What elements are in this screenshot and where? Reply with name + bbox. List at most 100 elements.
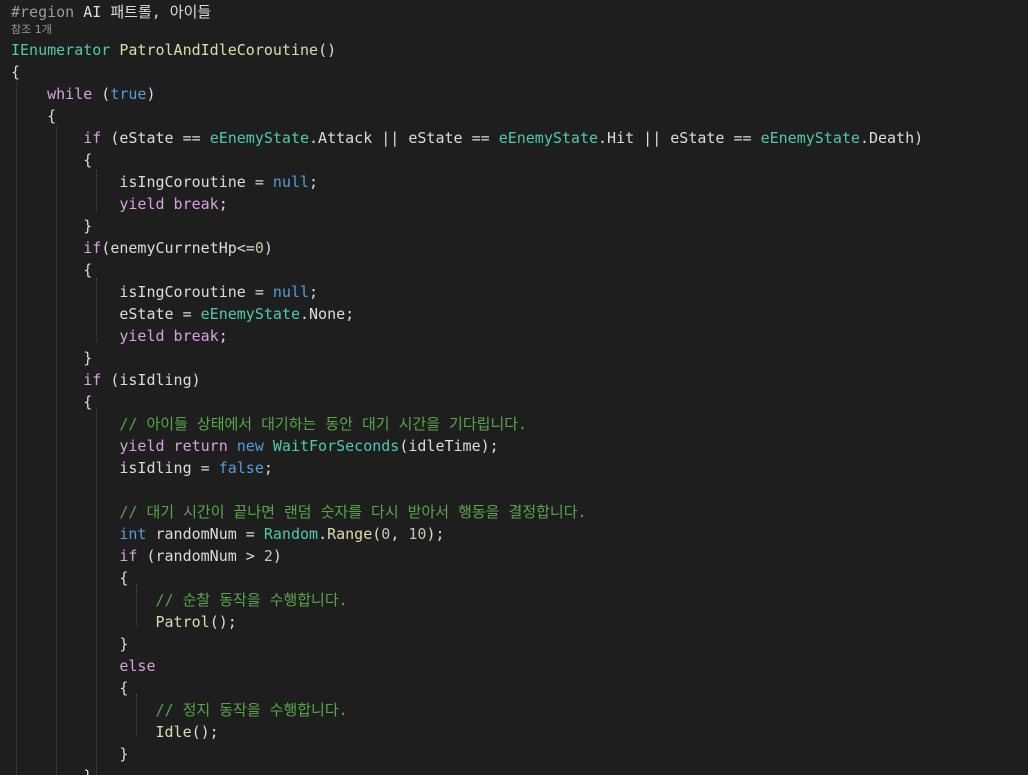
- code-token: Idle: [155, 723, 192, 741]
- code-line: {: [11, 105, 56, 127]
- code-token: Patrol: [155, 613, 210, 631]
- code-line: if (isIdling): [11, 369, 200, 391]
- code-token: else: [119, 657, 156, 675]
- code-token: .None;: [300, 305, 355, 323]
- code-token: (idleTime);: [399, 437, 499, 455]
- code-token: ();: [209, 613, 237, 631]
- code-line: Idle();: [11, 721, 219, 743]
- code-line: #region AI 패트롤, 아이들: [11, 1, 211, 23]
- code-token: eEnemyState: [200, 305, 300, 323]
- codelens-references[interactable]: 참조 1개: [11, 23, 52, 37]
- code-token: (randomNum >: [137, 547, 264, 565]
- code-line: isIngCoroutine = null;: [11, 171, 318, 193]
- code-line: // 정지 동작을 수행합니다.: [11, 699, 348, 721]
- code-token: .: [318, 525, 328, 543]
- code-token: {: [83, 393, 93, 411]
- code-token: while: [47, 85, 93, 103]
- code-token: 0: [381, 525, 391, 543]
- code-line: }: [11, 633, 128, 655]
- code-token: WaitForSeconds: [272, 437, 400, 455]
- code-token: {: [83, 261, 93, 279]
- code-token: {: [47, 107, 57, 125]
- code-token: .Death): [859, 129, 924, 147]
- code-token: isIngCoroutine =: [119, 173, 273, 191]
- code-line: int randomNum = Random.Range(0, 10);: [11, 523, 444, 545]
- code-line: {: [11, 149, 92, 171]
- code-token: yield break: [119, 327, 219, 345]
- code-token: if: [83, 239, 102, 257]
- code-line: }: [11, 743, 128, 765]
- code-token: if: [83, 129, 102, 147]
- code-token: // 순찰 동작을 수행합니다.: [155, 591, 348, 609]
- code-token: eState =: [119, 305, 201, 323]
- code-token: randomNum =: [155, 525, 264, 543]
- code-line: while (true): [11, 83, 155, 105]
- code-token: Random: [263, 525, 319, 543]
- code-line: eState = eEnemyState.None;: [11, 303, 354, 325]
- code-line: yield break;: [11, 193, 227, 215]
- code-token: true: [110, 85, 147, 103]
- code-line: Patrol();: [11, 611, 237, 633]
- code-token: ;: [263, 459, 273, 477]
- code-line: {: [11, 391, 92, 413]
- code-editor[interactable]: #region AI 패트롤, 아이들 참조 1개 IEnumerator Patr…: [0, 0, 1028, 775]
- code-token: yield break: [119, 195, 219, 213]
- code-token: Range: [327, 525, 373, 543]
- code-token: 2: [263, 547, 273, 565]
- code-line: if (randomNum > 2): [11, 545, 282, 567]
- code-line: // 대기 시간이 끝나면 랜덤 숫자를 다시 받아서 행동을 결정합니다.: [11, 501, 586, 523]
- code-token: false: [218, 459, 264, 477]
- code-token: new: [236, 437, 273, 455]
- code-token: eEnemyState: [209, 129, 310, 147]
- code-line: }: [11, 215, 92, 237]
- code-line: isIdling = false;: [11, 457, 273, 479]
- code-token: (: [92, 85, 111, 103]
- code-line: IEnumerator PatrolAndIdleCoroutine(): [11, 39, 336, 61]
- code-token: (: [372, 525, 382, 543]
- code-token: ): [263, 239, 273, 257]
- code-token: 10: [408, 525, 427, 543]
- code-line: }: [11, 347, 92, 369]
- code-token: ();: [191, 723, 219, 741]
- code-line: {: [11, 677, 128, 699]
- code-token: {: [119, 569, 129, 587]
- code-token: }: [83, 767, 92, 775]
- code-token: ;: [309, 283, 319, 301]
- code-token: if: [83, 371, 102, 389]
- code-token: .Attack || eState ==: [309, 129, 499, 147]
- code-token: null: [272, 173, 310, 191]
- code-token: isIdling =: [119, 459, 219, 477]
- code-token: ;: [218, 327, 228, 345]
- code-line: // 순찰 동작을 수행합니다.: [11, 589, 348, 611]
- code-token: if: [119, 547, 138, 565]
- code-line: {: [11, 567, 128, 589]
- code-line: yield break;: [11, 325, 228, 347]
- code-token: eEnemyState: [760, 129, 860, 147]
- code-token: int: [119, 525, 156, 543]
- code-token: {: [83, 151, 93, 169]
- code-token: (enemyCurrnetHp<=: [101, 239, 255, 257]
- code-line: if(enemyCurrnetHp<=0): [11, 237, 273, 259]
- code-line: // 아이들 상태에서 대기하는 동안 대기 시간을 기다립니다.: [11, 413, 527, 435]
- code-token: #region: [11, 3, 84, 21]
- code-token: {: [11, 63, 21, 81]
